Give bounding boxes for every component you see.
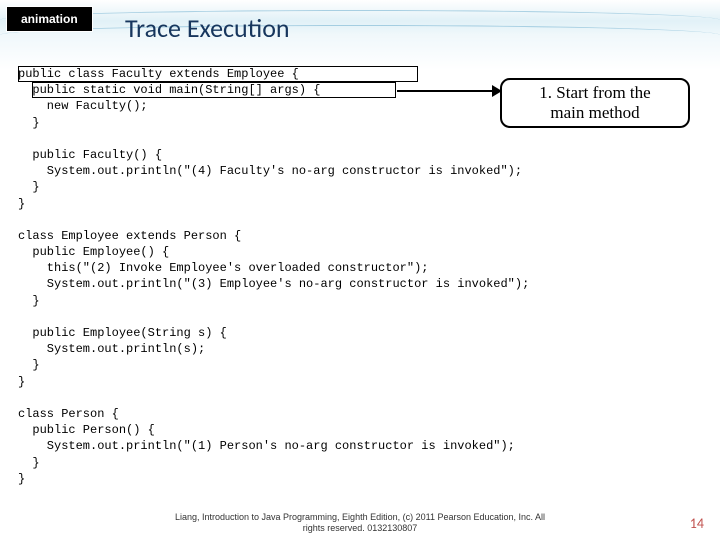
code-line: public class Faculty extends Employee { [18,67,299,81]
code-line: } [18,180,40,194]
code-line: } [18,456,40,470]
code-line: public static void main(String[] args) { [18,83,320,97]
code-line: public Faculty() { [18,148,162,162]
slide-title: Trace Execution [125,12,290,44]
code-line: } [18,375,25,389]
code-line: System.out.println("(3) Employee's no-ar… [18,277,529,291]
code-line: public Employee() { [18,245,169,259]
code-line: } [18,358,40,372]
code-line: public Employee(String s) { [18,326,227,340]
code-line: } [18,472,25,486]
code-line: class Person { [18,407,119,421]
code-line: this("(2) Invoke Employee's overloaded c… [18,261,428,275]
code-block: public class Faculty extends Employee { … [18,66,702,487]
footer-line1: Liang, Introduction to Java Programming,… [0,512,720,523]
footer-line2: rights reserved. 0132130807 [0,523,720,534]
callout-text: 1. Start from the main method [539,83,650,124]
code-line: } [18,197,25,211]
wave-decoration [0,0,720,70]
code-line: new Faculty(); [18,99,148,113]
code-line: } [18,294,40,308]
footer: Liang, Introduction to Java Programming,… [0,512,720,534]
code-line: System.out.println("(1) Person's no-arg … [18,439,515,453]
code-line: public Person() { [18,423,155,437]
code-line: System.out.println(s); [18,342,205,356]
code-line: System.out.println("(4) Faculty's no-arg… [18,164,522,178]
callout-box: 1. Start from the main method [500,78,690,128]
code-line: class Employee extends Person { [18,229,241,243]
page-number: 14 [690,515,704,532]
code-line: } [18,116,40,130]
animation-tag: animation [6,6,93,32]
